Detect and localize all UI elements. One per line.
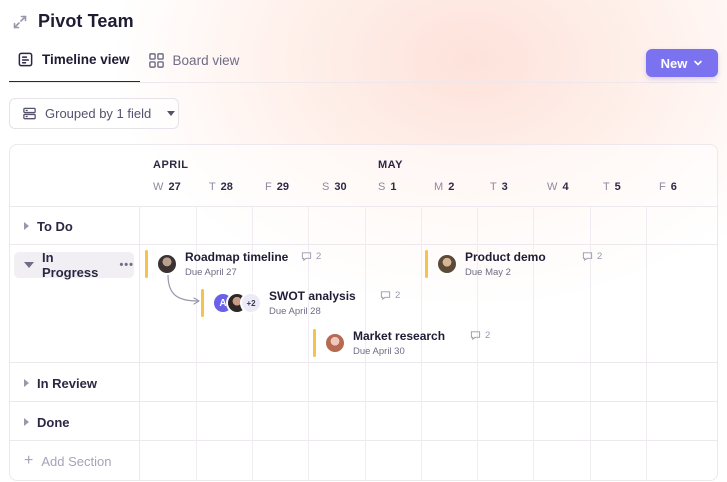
task-name: SWOT analysis bbox=[269, 289, 356, 303]
column-divider bbox=[477, 206, 478, 480]
page-header: Pivot Team bbox=[12, 11, 134, 32]
comment-icon bbox=[301, 252, 312, 262]
avatar bbox=[156, 253, 178, 275]
tab-timeline-view[interactable]: Timeline view bbox=[9, 48, 140, 83]
task-name: Market research bbox=[353, 329, 446, 343]
add-section-label: Add Section bbox=[41, 453, 112, 469]
task-due: Due May 2 bbox=[465, 267, 511, 278]
day-header: W 27 bbox=[153, 181, 181, 193]
row-divider bbox=[10, 206, 717, 207]
comment-count[interactable]: 2 bbox=[301, 251, 321, 262]
comment-count[interactable]: 2 bbox=[582, 251, 602, 262]
column-divider bbox=[252, 206, 253, 480]
row-divider bbox=[10, 440, 717, 441]
day-header: S 1 bbox=[378, 181, 397, 193]
group-by-button[interactable]: Grouped by 1 field bbox=[9, 98, 179, 129]
chevron-down-icon bbox=[694, 60, 703, 66]
day-header: F 29 bbox=[265, 181, 290, 193]
view-tabs: Timeline view Board view bbox=[9, 48, 249, 83]
avatar bbox=[436, 253, 458, 275]
database-icon bbox=[23, 107, 36, 120]
timeline-board: APRIL MAY W 27 T 28 F 29 S 30 S 1 M 2 T … bbox=[9, 144, 718, 481]
task-card-market-research[interactable]: Market research Due April 30 bbox=[313, 329, 445, 357]
row-divider bbox=[10, 401, 717, 402]
column-divider bbox=[196, 206, 197, 480]
comment-icon bbox=[380, 291, 391, 301]
task-due: Due April 27 bbox=[185, 267, 237, 278]
tab-label: Board view bbox=[172, 53, 240, 68]
month-label: MAY bbox=[378, 159, 403, 171]
avatar-overflow-count: +2 bbox=[240, 292, 262, 314]
day-header: T 5 bbox=[603, 181, 621, 193]
day-header: W 4 bbox=[547, 181, 569, 193]
day-header: T 3 bbox=[490, 181, 508, 193]
section-label: In Review bbox=[37, 375, 97, 391]
task-due: Due April 28 bbox=[269, 306, 321, 317]
section-done[interactable]: Done bbox=[10, 413, 139, 431]
task-status-bar bbox=[145, 250, 148, 278]
section-label: Done bbox=[37, 414, 70, 430]
caret-down-icon bbox=[24, 262, 34, 268]
column-divider bbox=[533, 206, 534, 480]
row-divider bbox=[10, 244, 717, 245]
day-header: T 28 bbox=[209, 181, 233, 193]
tabs-divider bbox=[9, 82, 718, 83]
tab-board-view[interactable]: Board view bbox=[140, 48, 250, 83]
section-label: In Progress bbox=[42, 250, 99, 280]
sidebar-divider bbox=[139, 206, 140, 480]
comment-icon bbox=[470, 331, 481, 341]
column-divider bbox=[646, 206, 647, 480]
task-due: Due April 30 bbox=[353, 346, 405, 357]
comment-count[interactable]: 2 bbox=[470, 330, 490, 341]
caret-down-icon bbox=[167, 111, 176, 116]
row-divider bbox=[10, 362, 717, 363]
caret-right-icon bbox=[24, 222, 29, 230]
new-button-label: New bbox=[660, 55, 688, 71]
task-status-bar bbox=[201, 289, 204, 317]
task-card-swot-analysis[interactable]: A +2 SWOT analysis Due April 28 bbox=[201, 289, 356, 317]
day-header: M 2 bbox=[434, 181, 455, 193]
caret-right-icon bbox=[24, 379, 29, 387]
new-button[interactable]: New bbox=[646, 49, 718, 77]
add-section-button[interactable]: + Add Section bbox=[24, 452, 111, 470]
month-label: APRIL bbox=[153, 159, 189, 171]
section-label: To Do bbox=[37, 218, 73, 234]
task-status-bar bbox=[313, 329, 316, 357]
caret-right-icon bbox=[24, 418, 29, 426]
column-divider bbox=[308, 206, 309, 480]
timeline-icon bbox=[18, 52, 33, 67]
page-title: Pivot Team bbox=[38, 11, 134, 31]
day-header: S 30 bbox=[322, 181, 347, 193]
tab-label: Timeline view bbox=[42, 52, 130, 67]
task-status-bar bbox=[425, 250, 428, 278]
expand-arrows-icon[interactable] bbox=[12, 14, 28, 30]
task-name: Product demo bbox=[465, 250, 546, 264]
comment-icon bbox=[582, 252, 593, 262]
grid-icon bbox=[148, 53, 164, 68]
task-card-product-demo[interactable]: Product demo Due May 2 bbox=[425, 250, 546, 278]
more-options-icon[interactable]: ••• bbox=[119, 259, 134, 271]
task-name: Roadmap timeline bbox=[185, 250, 289, 264]
group-by-label: Grouped by 1 field bbox=[45, 106, 152, 121]
plus-icon: + bbox=[24, 452, 34, 469]
avatar bbox=[324, 332, 346, 354]
section-in-progress[interactable]: In Progress ••• bbox=[14, 250, 134, 280]
task-card-roadmap-timeline[interactable]: Roadmap timeline Due April 27 bbox=[145, 250, 288, 278]
section-in-review[interactable]: In Review bbox=[10, 374, 139, 392]
section-to-do[interactable]: To Do bbox=[10, 217, 139, 235]
column-divider bbox=[590, 206, 591, 480]
comment-count[interactable]: 2 bbox=[380, 290, 400, 301]
day-header: F 6 bbox=[659, 181, 677, 193]
